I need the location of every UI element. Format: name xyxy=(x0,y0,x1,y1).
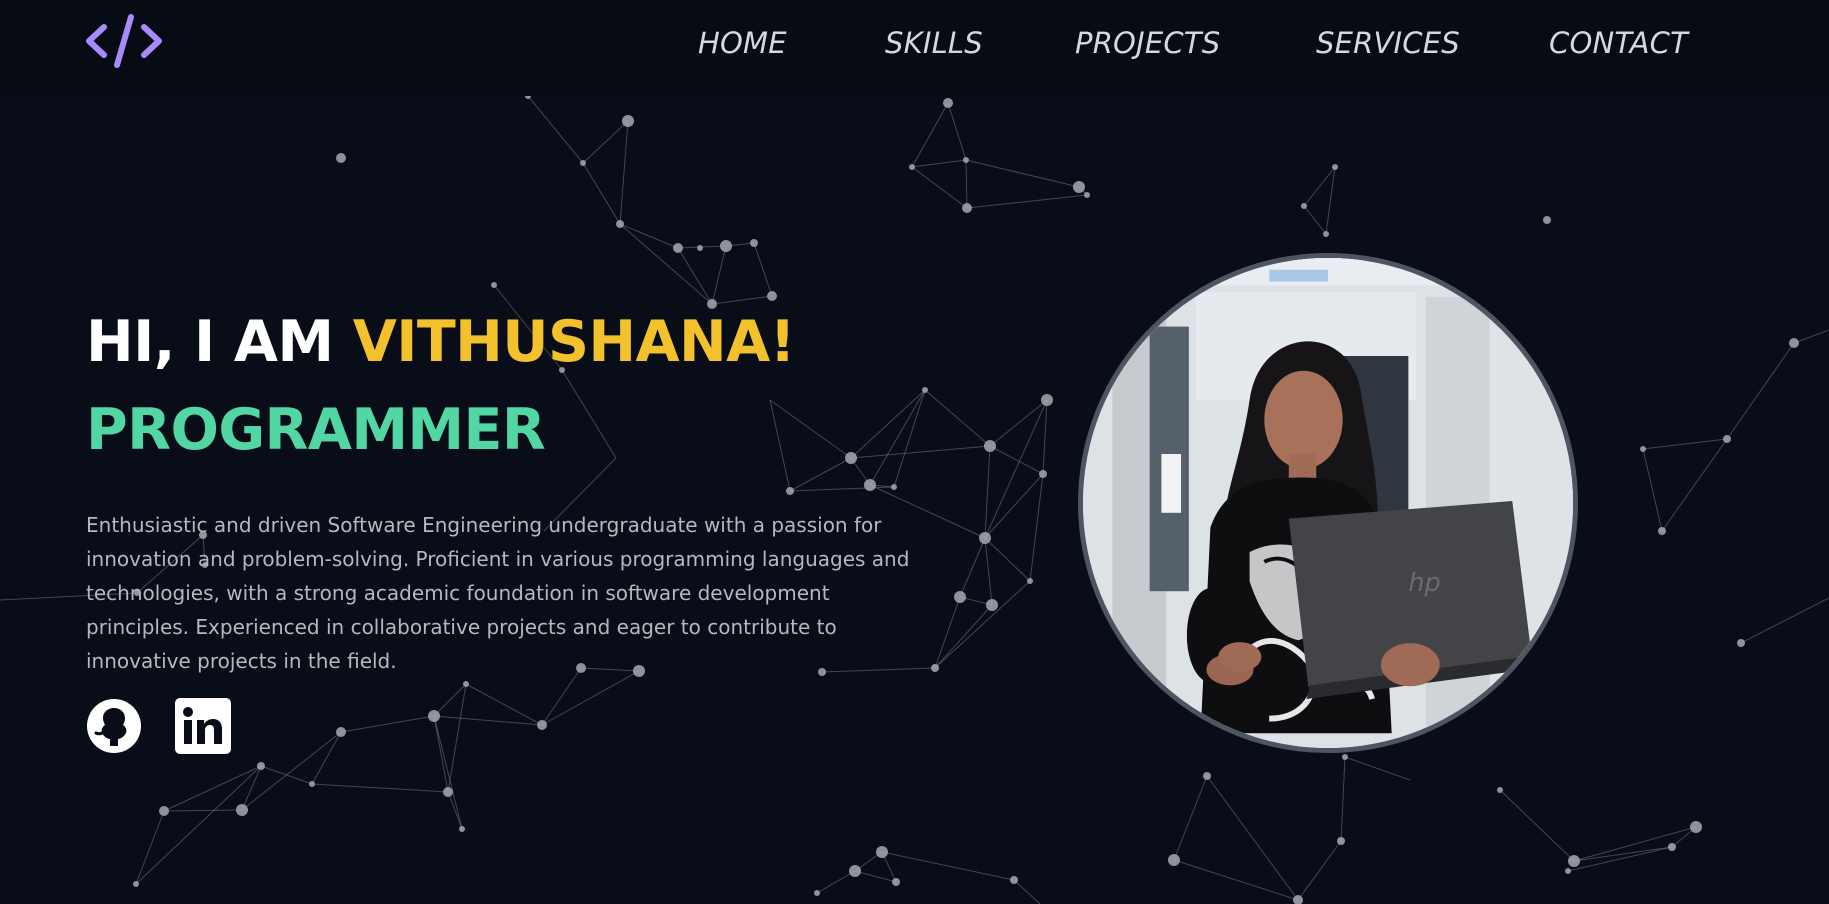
linkedin-icon[interactable] xyxy=(175,698,232,754)
nav-skills-link[interactable]: SKILLS xyxy=(885,18,983,68)
hero-headline: HI, I AM VITHUSHANA! xyxy=(86,302,796,382)
svg-text:hp: hp xyxy=(1408,568,1440,598)
github-icon[interactable] xyxy=(86,698,142,754)
hero-heading-group: HI, I AM VITHUSHANA! PROGRAMMER xyxy=(86,302,796,470)
top-navigation-bar: HOME SKILLS PROJECTS SERVICES CONTACT xyxy=(0,0,1829,96)
main-navigation: HOME SKILLS PROJECTS SERVICES CONTACT xyxy=(0,18,1829,68)
profile-photo-icon: hp xyxy=(1078,253,1578,753)
nav-services-link[interactable]: SERVICES xyxy=(1316,18,1460,68)
portfolio-page: HOME SKILLS PROJECTS SERVICES CONTACT HI… xyxy=(0,0,1829,904)
nav-home-link[interactable]: HOME xyxy=(698,18,787,68)
role-title: PROGRAMMER xyxy=(86,397,546,463)
name-text: VITHUSHANA! xyxy=(352,309,796,375)
intro-description: Enthusiastic and driven Software Enginee… xyxy=(86,513,910,673)
nav-contact-link[interactable]: CONTACT xyxy=(1549,18,1688,68)
nav-projects-link[interactable]: PROJECTS xyxy=(1075,18,1220,68)
social-links xyxy=(86,698,259,758)
greeting-text: HI, I AM xyxy=(86,309,334,375)
